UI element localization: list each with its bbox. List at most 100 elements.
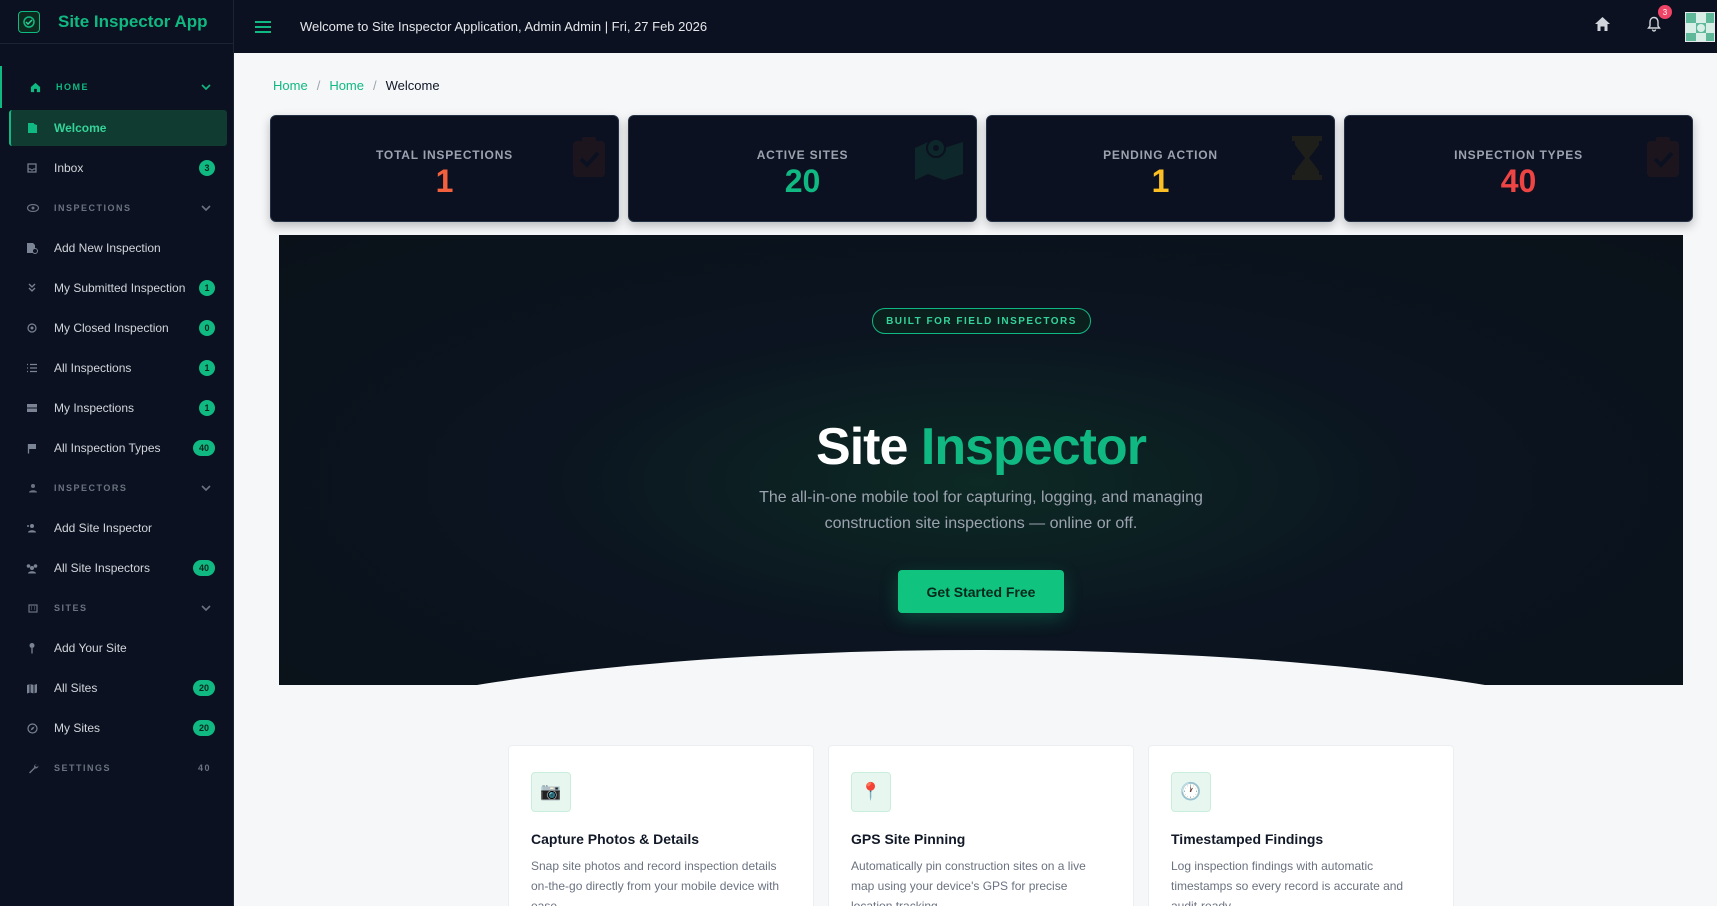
breadcrumb-separator: / <box>373 78 377 93</box>
hero-banner: BUILT FOR FIELD INSPECTORS Site Inspecto… <box>279 235 1683 685</box>
hero-title-main: Site <box>816 418 908 476</box>
stat-value: 40 <box>1500 163 1537 199</box>
hero-subtitle: The all-in-one mobile tool for capturing… <box>759 489 1203 532</box>
clock-icon: 🕐 <box>1171 772 1211 812</box>
sidebar-item-all-inspections[interactable]: All Inspections 1 <box>0 348 233 388</box>
count-badge: 20 <box>193 720 215 736</box>
get-started-button[interactable]: Get Started Free <box>898 570 1064 613</box>
sidebar-item-add-site-inspector[interactable]: Add Site Inspector <box>0 508 233 548</box>
breadcrumb-link[interactable]: Home <box>273 78 308 93</box>
home-icon <box>28 82 42 93</box>
stat-card-pending-action[interactable]: PENDING ACTION 1 <box>986 115 1335 222</box>
user-icon <box>26 483 40 493</box>
user-plus-icon <box>24 523 40 533</box>
feature-description: Snap site photos and record inspection d… <box>531 859 780 906</box>
feature-title: Timestamped Findings <box>1171 831 1324 847</box>
hero-title: Site Inspector <box>279 417 1683 477</box>
sidebar-item-inbox[interactable]: Inbox 3 <box>0 148 233 188</box>
sidebar-item-label: Welcome <box>54 121 107 135</box>
section-label: INSPECTORS <box>54 483 128 493</box>
stat-label: PENDING ACTION <box>1103 148 1218 162</box>
feature-description: Log inspection findings with automatic t… <box>1171 859 1404 906</box>
app-logo <box>18 10 40 33</box>
eye-icon <box>26 204 40 212</box>
brand[interactable]: Site Inspector App <box>0 0 233 44</box>
sidebar-section-inspections[interactable]: INSPECTIONS <box>0 188 233 228</box>
stat-value: 20 <box>784 163 821 199</box>
sidebar-item-label: My Sites <box>54 721 101 735</box>
feature-card-capture: 📷 Capture Photos & Details Snap site pho… <box>508 745 814 906</box>
pin-icon <box>24 642 40 654</box>
sidebar-section-settings[interactable]: SETTINGS 40 <box>0 748 233 788</box>
count-badge: 0 <box>199 320 215 336</box>
feature-description: Automatically pin construction sites on … <box>851 859 1086 906</box>
sidebar-section-home[interactable]: HOME <box>0 66 233 108</box>
location-pin-icon: 📍 <box>851 772 891 812</box>
sidebar-item-my-closed-inspection[interactable]: My Closed Inspection 0 <box>0 308 233 348</box>
map-icon <box>914 136 964 185</box>
menu-icon[interactable] <box>255 20 271 33</box>
hero-curve-divider <box>279 650 1683 685</box>
feature-title: Capture Photos & Details <box>531 831 700 847</box>
sidebar-item-my-submitted-inspection[interactable]: My Submitted Inspection 1 <box>0 268 233 308</box>
sidebar-item-all-site-inspectors[interactable]: All Site Inspectors 40 <box>0 548 233 588</box>
stat-value: 1 <box>435 163 454 199</box>
double-chevron-icon <box>24 283 40 293</box>
count-badge: 1 <box>199 280 215 296</box>
chevron-down-icon <box>201 603 211 613</box>
wrench-icon <box>26 763 40 774</box>
sidebar-section-inspectors[interactable]: INSPECTORS <box>0 468 233 508</box>
inbox-icon <box>24 163 40 173</box>
count-badge: 40 <box>193 560 215 576</box>
sidebar-section-sites[interactable]: SITES <box>0 588 233 628</box>
app-title: Site Inspector App <box>58 11 208 31</box>
notifications-button[interactable]: 3 <box>1647 5 1672 37</box>
home-icon[interactable] <box>1594 16 1611 37</box>
stat-card-total-inspections[interactable]: TOTAL INSPECTIONS 1 <box>270 115 619 222</box>
hero-pill: BUILT FOR FIELD INSPECTORS <box>872 308 1091 334</box>
stats-row: TOTAL INSPECTIONS 1 ACTIVE SITES 20 PEND… <box>270 115 1693 222</box>
count-badge: 1 <box>199 360 215 376</box>
camera-icon: 📷 <box>531 772 571 812</box>
stat-label: ACTIVE SITES <box>756 148 849 162</box>
sidebar-item-all-sites[interactable]: All Sites 20 <box>0 668 233 708</box>
sidebar-item-add-new-inspection[interactable]: Add New Inspection <box>0 228 233 268</box>
bell-icon <box>1647 16 1661 36</box>
sidebar-item-welcome[interactable]: Welcome <box>9 110 227 146</box>
sidebar-item-label: Inbox <box>54 161 84 175</box>
map-icon <box>24 683 40 694</box>
section-label: SETTINGS <box>54 763 112 773</box>
count-badge: 1 <box>199 400 215 416</box>
stat-label: INSPECTION TYPES <box>1454 148 1583 162</box>
sidebar-item-label: My Inspections <box>54 401 135 415</box>
sidebar-item-label: Add Your Site <box>54 641 127 655</box>
breadcrumb-separator: / <box>316 78 321 93</box>
sidebar-item-add-your-site[interactable]: Add Your Site <box>0 628 233 668</box>
section-label: INSPECTIONS <box>54 203 132 213</box>
topbar: Welcome to Site Inspector Application, A… <box>234 0 1717 53</box>
hourglass-icon <box>1292 136 1322 185</box>
stat-label: TOTAL INSPECTIONS <box>376 148 513 162</box>
sidebar-item-my-inspections[interactable]: My Inspections 1 <box>0 388 233 428</box>
building-icon <box>26 603 40 613</box>
sidebar-item-label: All Site Inspectors <box>54 561 151 575</box>
stat-card-inspection-types[interactable]: INSPECTION TYPES 40 <box>1344 115 1693 222</box>
circle-icon <box>24 323 40 333</box>
chevron-down-icon <box>201 483 211 493</box>
feature-card-timestamps: 🕐 Timestamped Findings Log inspection fi… <box>1148 745 1454 906</box>
avatar[interactable] <box>1685 11 1715 42</box>
chevron-down-icon <box>201 82 211 92</box>
section-label: SITES <box>54 603 88 613</box>
count-badge: 40 <box>193 440 215 456</box>
breadcrumb-link[interactable]: Home <box>329 78 364 93</box>
count-badge: 20 <box>193 680 215 696</box>
sidebar-item-all-inspection-types[interactable]: All Inspection Types 40 <box>0 428 233 468</box>
chevron-down-icon <box>201 203 211 213</box>
users-icon <box>24 563 40 574</box>
features-row: 📷 Capture Photos & Details Snap site pho… <box>508 745 1454 906</box>
sidebar-item-label: All Sites <box>54 681 98 695</box>
flag-icon <box>24 443 40 454</box>
stat-card-active-sites[interactable]: ACTIVE SITES 20 <box>628 115 977 222</box>
sidebar-item-label: All Inspection Types <box>54 441 161 455</box>
sidebar-item-my-sites[interactable]: My Sites 20 <box>0 708 233 748</box>
